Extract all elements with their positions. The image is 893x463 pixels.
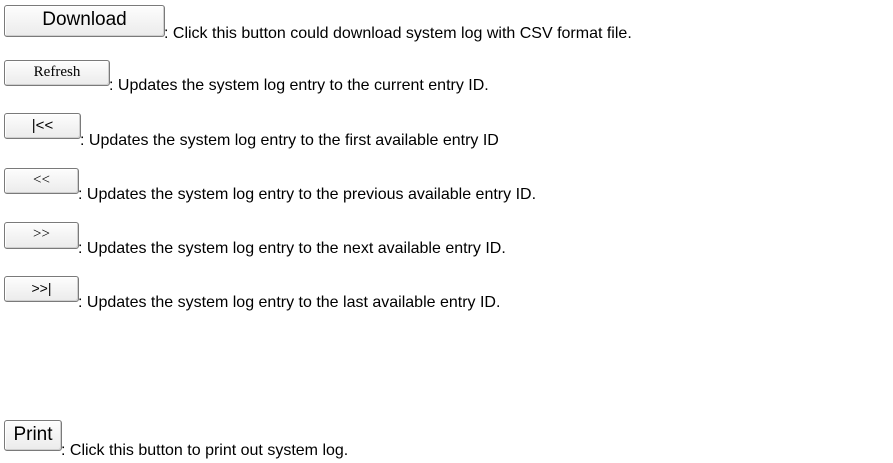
next-row: >> : Updates the system log entry to the… [0, 222, 893, 262]
refresh-row: Refresh : Updates the system log entry t… [0, 60, 893, 100]
print-description: : Click this button to print out system … [61, 442, 349, 459]
refresh-button[interactable]: Refresh [4, 60, 110, 86]
print-button[interactable]: Print [4, 420, 62, 451]
last-entry-button[interactable]: >>| [4, 276, 79, 302]
download-button[interactable]: Download [4, 5, 165, 37]
previous-entry-button[interactable]: << [4, 168, 79, 194]
download-row: Download : Click this button could downl… [0, 5, 893, 45]
previous-description: : Updates the system log entry to the pr… [78, 186, 537, 203]
print-row: Print : Click this button to print out s… [0, 420, 893, 460]
help-page: Download : Click this button could downl… [0, 0, 893, 463]
last-description: : Updates the system log entry to the la… [78, 294, 501, 311]
next-entry-button[interactable]: >> [4, 222, 79, 249]
refresh-description: : Updates the system log entry to the cu… [109, 77, 489, 94]
download-description: : Click this button could download syste… [164, 25, 632, 42]
first-entry-button[interactable]: |<< [4, 113, 81, 139]
next-description: : Updates the system log entry to the ne… [78, 240, 506, 257]
last-row: >>| : Updates the system log entry to th… [0, 276, 893, 316]
first-description: : Updates the system log entry to the fi… [80, 132, 499, 149]
first-row: |<< : Updates the system log entry to th… [0, 113, 893, 153]
previous-row: << : Updates the system log entry to the… [0, 168, 893, 208]
